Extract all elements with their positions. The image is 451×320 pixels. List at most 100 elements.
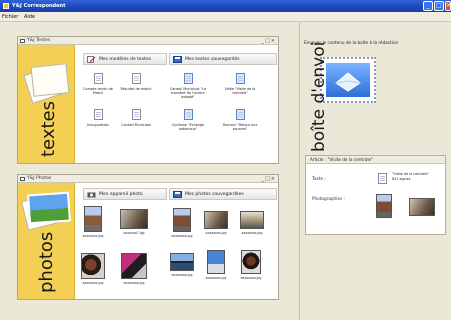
text-templates-title: Mes modèles de textes [99,57,152,62]
photo-filename: aaaaaaaa.jpg [241,231,263,235]
window-titlebar: Y&J Correspondent _ □ × [0,0,451,12]
photo-thumbnail [240,211,264,229]
text-template-label: Inauguration [87,123,109,127]
panel-window-controls[interactable]: _□× [262,37,276,45]
window-title: Y&J Correspondent [12,3,66,9]
menu-aide[interactable]: Aide [24,13,35,21]
photo-thumbnail [121,253,147,279]
saved-photos-header: Mes photos sauvegardées [169,188,277,200]
texts-panel: Y&J Textes _□× textes Mes modèles de tex… [17,36,279,164]
camera-header: Mon appareil photo [83,188,167,200]
photo-thumbnail [241,250,261,274]
texts-side-word: textes [38,101,59,157]
text-template-item[interactable]: Résultat de match [116,73,156,91]
saved-photos-title: Mes photos sauvegardées [185,192,244,197]
saved-text-item[interactable]: Cyclisme "Echange nationaux" [166,109,210,131]
saved-photo[interactable]: aaaaaaaa.jpg [201,211,231,235]
maximize-button[interactable]: □ [434,1,444,11]
saved-text-label: Conseil Municipal "Le transfert de l'act… [169,87,207,99]
saved-photo[interactable]: aaaaaaaa.jpg [237,211,267,235]
photos-panel: Y&J Photos _□× photos Mon appareil photo… [17,174,279,300]
saved-text-item[interactable]: Conseil Municipal "Le transfert de l'act… [166,73,210,99]
stamp-image [326,63,370,97]
minimize-button[interactable]: _ [423,1,433,11]
outbox-word: boîte d'envoi [309,41,329,152]
saved-text-label: Humour "Retour aux sources" [222,123,258,131]
document-icon[interactable] [378,173,387,184]
saved-photo[interactable]: aaaaaaaa.jpg [167,253,197,277]
text-template-item[interactable]: Compte-rendu de Match [78,73,118,95]
texts-panel-title: Y&J Textes [27,38,51,43]
photo-filename: aaaaaaa7.jpg [123,231,145,235]
panel-window-controls[interactable]: _□× [262,175,276,183]
camera-icon [87,192,96,198]
document-icon [183,109,193,120]
close-button[interactable]: × [445,1,451,11]
photo-thumbnail [120,209,148,229]
document-icon [183,73,193,84]
menu-fichier[interactable]: Fichier [2,13,18,21]
camera-photo[interactable]: aaaaaaaa.jpg [80,206,106,238]
photo-thumbnail [207,250,225,274]
pencil-doc-icon [87,56,96,63]
texts-panel-header: Y&J Textes _□× [18,37,278,45]
article-text-value: "Visite de la centrale" [392,172,429,176]
camera-photo[interactable]: aaaaaaa7.jpg [116,209,152,235]
text-template-label: Résultat de match [120,87,152,91]
saved-text-item[interactable]: Humour "Retour aux sources" [218,109,262,131]
saved-photo[interactable]: aaaaaaaa.jpg [203,250,229,280]
article-photo-thumbnail[interactable] [409,198,435,216]
article-photos-label: Photographies : [312,196,345,201]
photo-thumbnail [173,208,191,232]
photo-filename: aaaaaaaa.jpg [171,234,193,238]
envelope-icon [335,72,361,92]
landscape-photo-icon [27,191,71,225]
menu-bar: Fichier Aide [0,12,451,22]
document-icon [235,109,245,120]
photo-thumbnail [170,253,194,271]
article-text-label: Texte : [312,176,326,181]
photos-panel-header: Y&J Photos _□× [18,175,278,183]
text-template-item[interactable]: Inauguration [78,109,118,127]
saved-photo[interactable]: aaaaaaaa.jpg [169,208,195,238]
photos-panel-title: Y&J Photos [27,176,52,181]
photo-filename: aaaaaaaa.jpg [205,276,227,280]
article-title: Article : "Visite de la centrale" [310,157,374,162]
article-panel: Article : "Visite de la centrale" Texte … [305,155,446,235]
panel-icon [20,177,25,181]
camera-title: Mon appareil photo [99,192,143,197]
photos-side-strip: photos [18,183,75,299]
saved-photo[interactable]: aaaaaaaa.jpg [238,250,264,280]
article-photo-thumbnail[interactable] [376,194,392,218]
app-icon [3,3,9,9]
saved-text-label: Cyclisme "Echange nationaux" [171,123,205,131]
save-icon [173,191,182,198]
camera-photo[interactable]: aaaaaaaa.jpg [118,253,150,285]
camera-photo[interactable]: aaaaaaaa.jpg [78,253,108,285]
save-icon [173,56,182,63]
panel-icon [20,39,25,43]
article-header: Article : "Visite de la centrale" [306,156,445,164]
document-icon [235,73,245,84]
photos-side-word: photos [36,231,57,293]
document-icon [93,109,103,120]
photo-filename: aaaaaaaa.jpg [123,281,145,285]
document-icon [93,73,103,84]
photo-filename: aaaaaaaa.jpg [240,276,262,280]
saved-texts-header: Mes textes sauvegardés [169,53,277,65]
saved-text-label: Visite "Visite de la centrale" [224,87,256,95]
photo-filename: aaaaaaaa.jpg [171,273,193,277]
photo-thumbnail [204,211,228,229]
text-template-label: Compte-rendu de Match [83,87,113,95]
photo-filename: aaaaaaaa.jpg [82,281,104,285]
photo-thumbnail [81,253,105,279]
text-template-item[interactable]: Conseil Municipal [116,109,156,127]
document-icon [131,109,141,120]
saved-text-item[interactable]: Visite "Visite de la centrale" [218,73,262,95]
saved-texts-title: Mes textes sauvegardés [185,57,240,62]
paper-sheet-icon [30,63,70,97]
article-text-size: 822 signes [392,177,411,181]
photo-filename: aaaaaaaa.jpg [82,234,104,238]
text-template-label: Conseil Municipal [121,123,151,127]
photo-filename: aaaaaaaa.jpg [205,231,227,235]
